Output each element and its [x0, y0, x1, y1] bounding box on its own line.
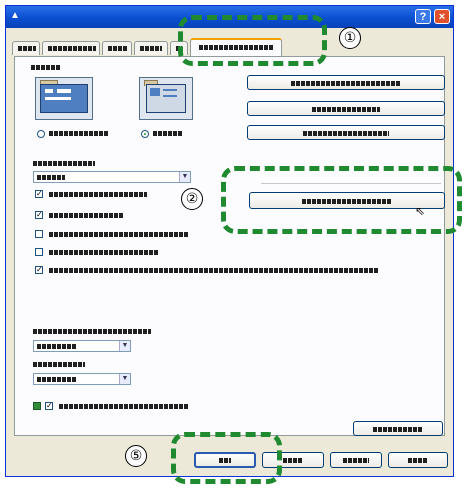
help-footer-button[interactable] [388, 452, 448, 468]
tab-2[interactable] [42, 41, 100, 55]
checkbox-4[interactable] [35, 248, 43, 256]
dropdown-label [33, 161, 95, 166]
top-button-1[interactable] [247, 75, 445, 90]
checkbox-6[interactable]: ✓ [45, 402, 53, 410]
app-icon: ▲ [10, 10, 20, 21]
landscape-preview-icon [139, 77, 193, 120]
step-marker-5: ⑤ [125, 445, 147, 467]
checkbox-2[interactable]: ✓ [35, 211, 43, 219]
checkbox-1-label [49, 192, 147, 197]
checkbox-5-label [49, 268, 379, 273]
callout-button [221, 166, 462, 234]
radio-option-1-label [49, 131, 109, 136]
step-marker-1: ① [339, 27, 361, 49]
settings-panel: ▼ ✓ ✓ ✓ ⇖ ▼ ▼ ✓ [14, 56, 445, 436]
radio-option-1[interactable] [37, 130, 45, 138]
dialog-window: ▲ ? × ▼ ✓ ✓ ✓ ⇖ ▼ ▼ ✓ [5, 5, 454, 477]
portrait-preview-icon [35, 77, 93, 120]
top-button-3[interactable] [247, 125, 445, 140]
top-button-2[interactable] [247, 101, 445, 116]
combo-b[interactable]: ▼ [33, 373, 131, 385]
combo-a[interactable]: ▼ [33, 340, 131, 352]
setting-dropdown[interactable]: ▼ [33, 171, 191, 183]
checkbox-6-label [59, 404, 189, 409]
chevron-down-icon: ▼ [179, 172, 190, 182]
callout-tab [178, 15, 327, 66]
radio-option-2[interactable] [141, 130, 149, 138]
group-label [31, 65, 61, 70]
apply-button[interactable] [330, 452, 382, 468]
checkbox-2-label [49, 213, 123, 218]
radio-option-2-label [153, 131, 183, 136]
checkbox-3[interactable] [35, 230, 43, 238]
help-button[interactable]: ? [415, 9, 431, 24]
combo-a-label [33, 329, 151, 334]
checkbox-5[interactable]: ✓ [35, 266, 43, 274]
tab-3[interactable] [102, 41, 132, 55]
info-icon [33, 402, 41, 410]
close-button[interactable]: × [434, 9, 450, 24]
checkbox-1[interactable]: ✓ [35, 190, 43, 198]
chevron-down-icon: ▼ [119, 341, 130, 351]
tab-1[interactable] [12, 41, 40, 55]
combo-b-label [33, 362, 85, 367]
callout-ok [171, 432, 282, 484]
chevron-down-icon: ▼ [119, 374, 130, 384]
tab-4[interactable] [134, 41, 168, 55]
step-marker-2: ② [181, 188, 203, 210]
checkbox-4-label [49, 250, 159, 255]
defaults-button[interactable] [353, 421, 443, 436]
checkbox-3-label [49, 232, 189, 237]
